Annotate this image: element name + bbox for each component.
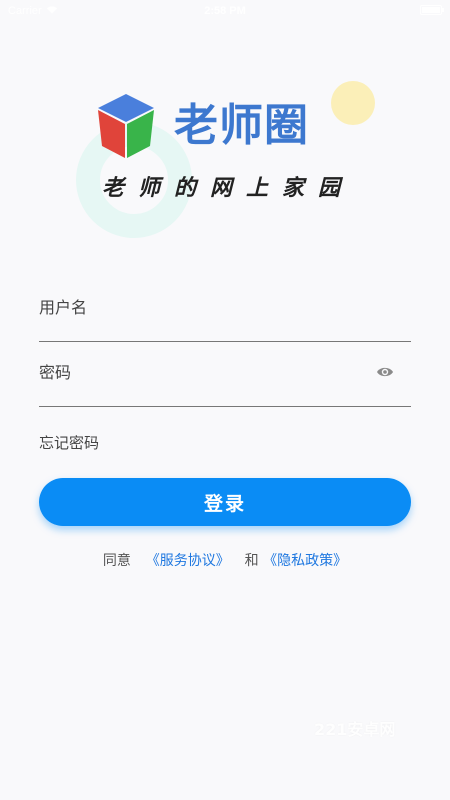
password-field: [39, 343, 411, 407]
privacy-policy-link[interactable]: 《隐私政策》: [263, 553, 347, 569]
agreement-prefix: 同意: [102, 553, 131, 569]
status-time: 2:58 PM: [204, 5, 246, 17]
site-watermark: 221安卓网: [314, 720, 396, 739]
decorative-circle: [331, 81, 375, 125]
battery-icon: [420, 5, 444, 15]
password-input[interactable]: [39, 357, 359, 387]
login-button[interactable]: 登录: [39, 478, 411, 526]
eye-icon[interactable]: [376, 365, 394, 379]
forgot-password-link[interactable]: 忘记密码: [39, 432, 99, 453]
brand-header: 老师圈 老师的网上家园: [0, 70, 450, 240]
login-screen: Carrier 2:58 PM 老师圈 老师的网上家园 用户名 忘记密码 登录 …: [0, 0, 450, 800]
status-bar: Carrier 2:58 PM: [0, 0, 450, 22]
terms-of-service-link[interactable]: 《服务协议》: [146, 553, 230, 569]
cube-logo-icon: [98, 94, 154, 158]
battery-level-fill: [422, 7, 440, 13]
username-field: [39, 278, 411, 342]
agreement-line: 同意 《服务协议》 和 《隐私政策》: [0, 550, 450, 570]
agreement-conjunction: 和: [244, 553, 259, 569]
app-slogan: 老师的网上家园: [102, 175, 355, 201]
app-name: 老师圈: [174, 100, 309, 151]
username-input[interactable]: [39, 292, 359, 322]
